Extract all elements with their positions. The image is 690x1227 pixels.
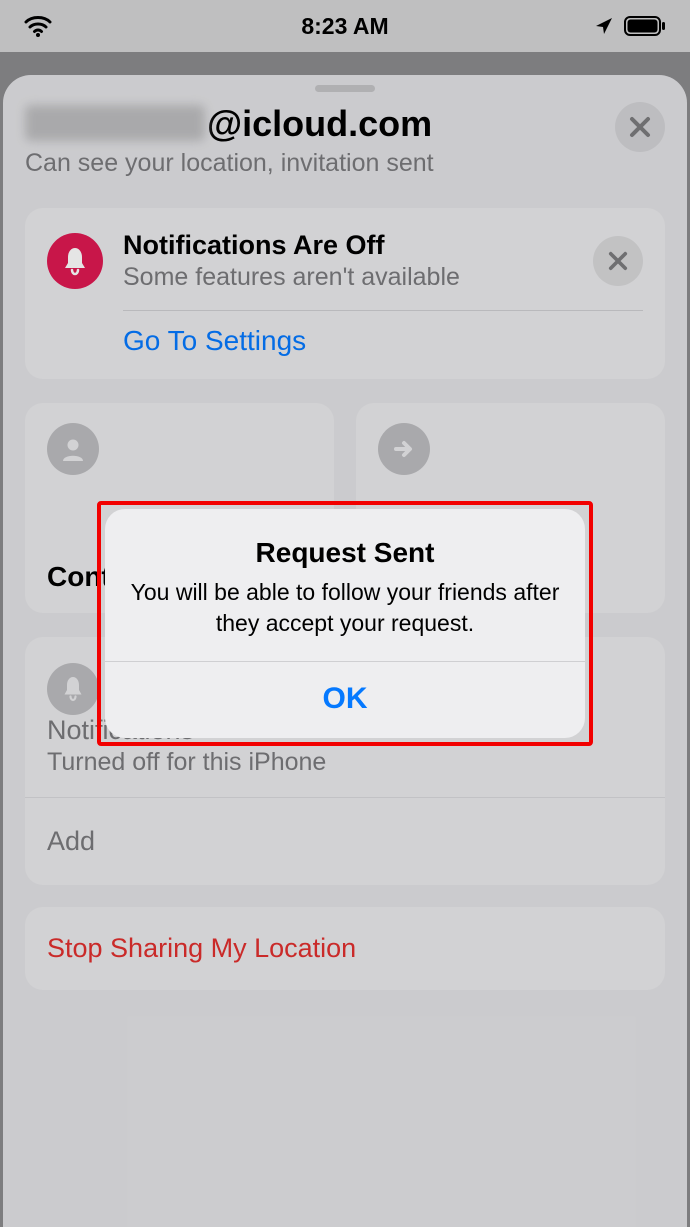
location-icon — [594, 16, 614, 36]
wifi-icon — [24, 15, 52, 37]
alert-message: You will be able to follow your friends … — [129, 577, 561, 639]
highlight-annotation: Request Sent You will be able to follow … — [97, 501, 593, 746]
status-bar: 8:23 AM — [0, 0, 690, 52]
ok-button[interactable]: OK — [105, 662, 585, 738]
status-time: 8:23 AM — [301, 13, 388, 40]
request-sent-alert: Request Sent You will be able to follow … — [105, 509, 585, 738]
battery-icon — [624, 16, 666, 36]
alert-title: Request Sent — [129, 537, 561, 569]
